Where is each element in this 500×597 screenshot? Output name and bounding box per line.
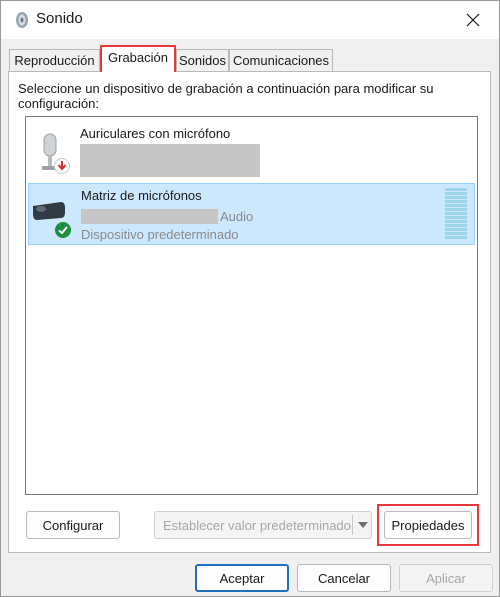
tab-recording[interactable]: Grabación: [100, 45, 176, 72]
close-button[interactable]: [453, 4, 493, 36]
sound-dialog: Sonido Reproducción Sonidos Comunicacion…: [0, 0, 500, 597]
tab-label: Comunicaciones: [232, 53, 330, 68]
device-item-headset[interactable]: Auriculares con micrófono: [28, 122, 475, 178]
tab-label: Grabación: [108, 50, 168, 65]
instructions-text: Seleccione un dispositivo de grabación a…: [18, 81, 434, 111]
device-name: Auriculares con micrófono: [80, 126, 231, 141]
set-default-label: Establecer valor predeterminado: [163, 518, 351, 533]
device-suffix: Audio: [220, 209, 254, 224]
tab-playback[interactable]: Reproducción: [9, 49, 100, 71]
device-item-microphone-array[interactable]: Matriz de micrófonos Audio Dispositivo p…: [28, 183, 475, 245]
cancel-button[interactable]: Cancelar: [297, 564, 391, 592]
tab-sounds[interactable]: Sonidos: [176, 49, 229, 71]
title-bar: Sonido: [1, 1, 499, 39]
set-default-split-button[interactable]: Establecer valor predeterminado: [154, 511, 372, 539]
redacted-block: [81, 209, 218, 224]
highlight-box: [377, 504, 479, 546]
device-name: Matriz de micrófonos: [81, 188, 202, 203]
window-title: Sonido: [36, 10, 83, 27]
split-divider: [352, 515, 353, 535]
recording-device-list[interactable]: Auriculares con micrófono Matriz de micr…: [25, 116, 478, 495]
redacted-block: [80, 144, 260, 177]
tab-label: Reproducción: [14, 53, 95, 68]
speaker-icon: [13, 10, 29, 30]
tab-communications[interactable]: Comunicaciones: [229, 49, 333, 71]
down-arrow-red-icon: [54, 158, 70, 177]
check-green-icon: [55, 222, 71, 241]
apply-button[interactable]: Aplicar: [399, 564, 493, 592]
close-icon: [466, 13, 480, 27]
device-status: Dispositivo predeterminado: [81, 227, 239, 242]
tab-label: Sonidos: [179, 53, 226, 68]
ok-button[interactable]: Aceptar: [195, 564, 289, 592]
chevron-down-icon[interactable]: [355, 514, 371, 536]
configure-button[interactable]: Configurar: [26, 511, 120, 539]
audio-level-meter: [445, 188, 467, 240]
